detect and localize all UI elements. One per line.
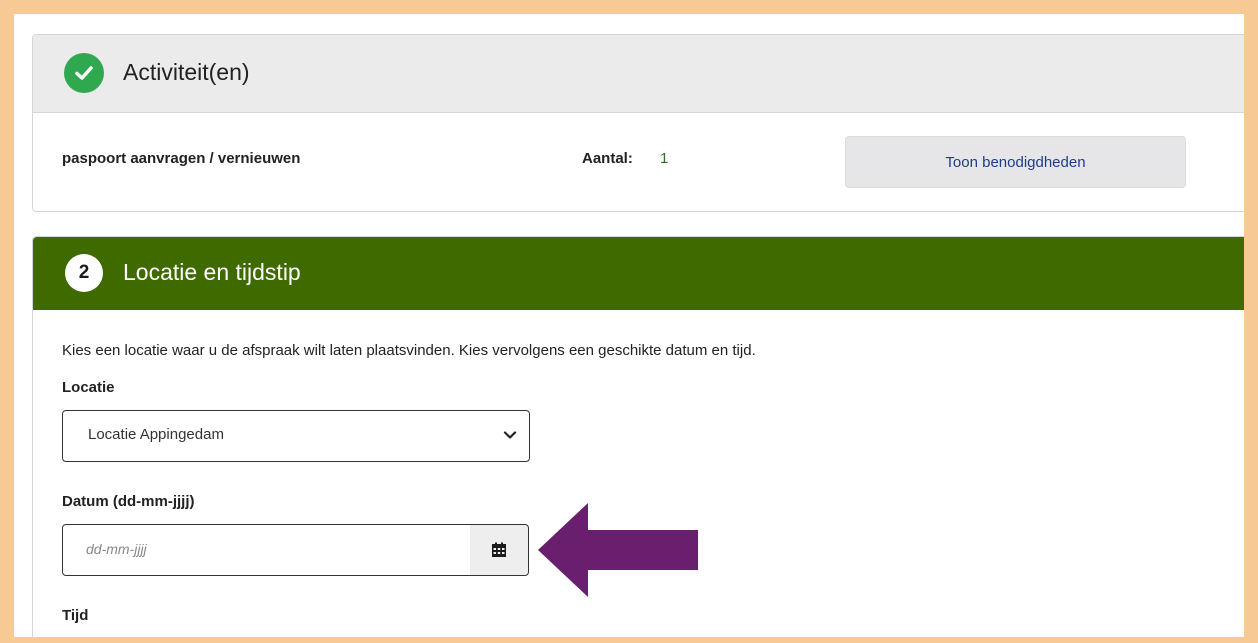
chevron-down-icon xyxy=(503,431,517,439)
activity-name: paspoort aanvragen / vernieuwen xyxy=(62,150,301,167)
activities-header: Activiteit(en) xyxy=(33,35,1244,113)
location-label: Locatie xyxy=(62,379,115,396)
activities-title: Activiteit(en) xyxy=(123,59,250,85)
activity-row: paspoort aanvragen / vernieuwen Aantal: … xyxy=(33,113,1244,211)
location-time-header: 2 Locatie en tijdstip xyxy=(33,237,1244,310)
location-time-card: 2 Locatie en tijdstip Kies een locatie w… xyxy=(32,236,1244,637)
page-content: Activiteit(en) paspoort aanvragen / vern… xyxy=(14,14,1244,637)
calendar-icon xyxy=(492,542,506,557)
show-requirements-button[interactable]: Toon benodigdheden xyxy=(845,136,1186,188)
calendar-button[interactable] xyxy=(470,524,529,576)
arrow-left-icon xyxy=(538,503,698,597)
activities-card: Activiteit(en) paspoort aanvragen / vern… xyxy=(32,34,1244,212)
intro-text: Kies een locatie waar u de afspraak wilt… xyxy=(62,342,756,359)
location-select[interactable]: Locatie Appingedam xyxy=(62,410,530,462)
date-input[interactable]: dd-mm-jjjj xyxy=(62,524,471,576)
check-icon xyxy=(64,53,104,93)
quantity-value: 1 xyxy=(660,150,669,167)
date-placeholder: dd-mm-jjjj xyxy=(86,541,147,557)
location-time-title: Locatie en tijdstip xyxy=(123,259,301,285)
step-number-badge: 2 xyxy=(65,254,103,292)
date-label: Datum (dd-mm-jjjj) xyxy=(62,493,195,510)
location-select-value: Locatie Appingedam xyxy=(88,426,224,443)
quantity-label: Aantal: xyxy=(582,150,633,167)
time-label: Tijd xyxy=(62,607,89,624)
